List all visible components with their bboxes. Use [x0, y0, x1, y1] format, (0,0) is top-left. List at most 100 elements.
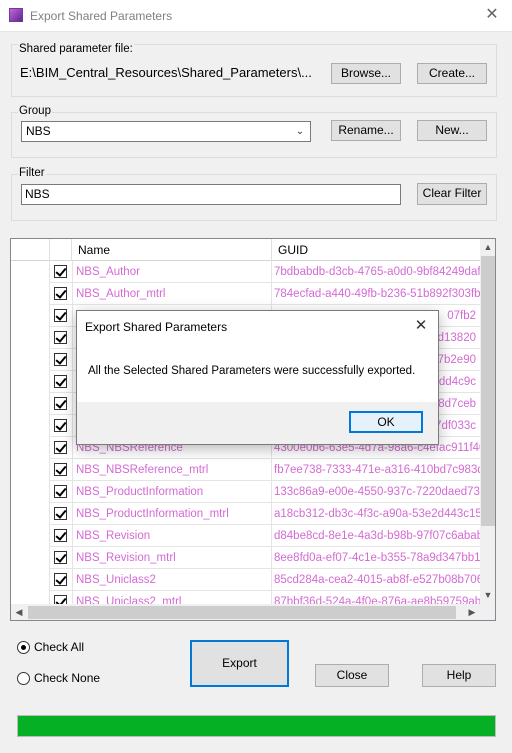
guid-column-header[interactable]: GUID [272, 239, 480, 261]
row-checkbox[interactable] [54, 331, 67, 344]
param-name-cell[interactable]: NBS_Revision [72, 525, 272, 547]
row-checkbox[interactable] [54, 551, 67, 564]
param-name-cell[interactable]: NBS_ProductInformation_mtrl [72, 503, 272, 525]
group-label: Group [18, 105, 52, 117]
row-checkbox[interactable] [54, 419, 67, 432]
row-header[interactable] [11, 283, 50, 305]
param-guid-cell[interactable]: 133c86a9-e00e-4550-937c-7220daed735b [272, 481, 480, 503]
row-checkbox[interactable] [54, 463, 67, 476]
browse-button[interactable]: Browse... [331, 63, 401, 84]
table-row[interactable]: NBS_NBSReference_mtrl fb7ee738-7333-471e-… [11, 459, 480, 481]
check-none-radio[interactable] [17, 672, 30, 685]
close-button[interactable]: Close [315, 664, 389, 687]
row-header[interactable] [11, 547, 50, 569]
table-row[interactable]: NBS_Author_mtrl 784ecfad-a440-49fb-b236-5… [11, 283, 480, 305]
grid-header: Name GUID [11, 239, 480, 261]
shared-file-path: E:\BIM_Central_Resources\Shared_Paramete… [20, 65, 312, 80]
row-checkbox[interactable] [54, 265, 67, 278]
row-header[interactable] [11, 459, 50, 481]
chevron-down-icon[interactable]: ⌄ [293, 123, 307, 140]
clear-filter-button[interactable]: Clear Filter [417, 183, 487, 205]
table-row[interactable]: NBS_Author 7bdbabdb-d3cb-4765-a0d0-9bf842… [11, 261, 480, 283]
row-checkbox[interactable] [54, 353, 67, 366]
row-checkbox[interactable] [54, 309, 67, 322]
ok-button[interactable]: OK [349, 411, 423, 433]
dialog-close-icon[interactable]: ✕ [412, 316, 430, 334]
scroll-down-icon[interactable]: ▼ [480, 587, 495, 604]
row-header[interactable] [11, 261, 50, 283]
scrollbar-corner [480, 604, 495, 620]
dialog-title: Export Shared Parameters [85, 320, 228, 334]
row-header[interactable] [11, 481, 50, 503]
group-select[interactable]: NBS ⌄ [21, 121, 311, 142]
app-icon [9, 8, 23, 22]
check-all-label[interactable]: Check All [34, 640, 84, 654]
row-header[interactable] [11, 569, 50, 591]
row-checkbox[interactable] [54, 485, 67, 498]
window-close-icon[interactable]: ✕ [482, 5, 502, 25]
row-header[interactable] [11, 305, 50, 327]
title-bar: Export Shared Parameters ✕ [0, 0, 512, 32]
progress-fill [18, 716, 495, 736]
row-checkbox[interactable] [54, 441, 67, 454]
table-row[interactable]: NBS_ProductInformation 133c86a9-e00e-4550… [11, 481, 480, 503]
row-header[interactable] [11, 349, 50, 371]
vertical-scroll-thumb[interactable] [481, 256, 495, 526]
dialog-message: All the Selected Shared Parameters were … [88, 365, 416, 377]
scroll-right-icon[interactable]: ▶ [464, 604, 480, 620]
row-checkbox[interactable] [54, 507, 67, 520]
vertical-scrollbar[interactable]: ▲ ▼ [480, 239, 495, 604]
export-button[interactable]: Export [190, 640, 289, 687]
row-checkbox[interactable] [54, 287, 67, 300]
scroll-up-icon[interactable]: ▲ [480, 239, 495, 256]
check-all-radio[interactable] [17, 641, 30, 654]
row-header[interactable] [11, 371, 50, 393]
row-header[interactable] [11, 415, 50, 437]
param-guid-cell[interactable]: 85cd284a-cea2-4015-ab8f-e527b08b706a [272, 569, 480, 591]
param-guid-cell[interactable]: fb7ee738-7333-471e-a316-410bd7c983d1 [272, 459, 480, 481]
param-guid-cell[interactable]: 8ee8fd0a-ef07-4c1e-b355-78a9d347bb1d [272, 547, 480, 569]
filter-label: Filter [18, 167, 46, 179]
help-button[interactable]: Help [422, 664, 496, 687]
row-header[interactable] [11, 393, 50, 415]
table-row[interactable]: NBS_Revision d84be8cd-8e1e-4a3d-b98b-97f0… [11, 525, 480, 547]
row-header[interactable] [11, 503, 50, 525]
row-checkbox[interactable] [54, 573, 67, 586]
param-guid-cell[interactable]: 7bdbabdb-d3cb-4765-a0d0-9bf84249daf0 [272, 261, 480, 283]
row-checkbox[interactable] [54, 397, 67, 410]
param-guid-cell[interactable]: d84be8cd-8e1e-4a3d-b98b-97f07c6ababb [272, 525, 480, 547]
param-guid-cell[interactable]: 784ecfad-a440-49fb-b236-51b892f303fb [272, 283, 480, 305]
table-row[interactable]: NBS_ProductInformation_mtrl a18cb312-db3c… [11, 503, 480, 525]
checkbox-column-header [50, 239, 72, 261]
group-selected-value: NBS [26, 124, 51, 138]
scroll-left-icon[interactable]: ◀ [11, 604, 27, 620]
name-column-header[interactable]: Name [72, 239, 272, 261]
create-button[interactable]: Create... [417, 63, 487, 84]
row-header[interactable] [11, 327, 50, 349]
window-title: Export Shared Parameters [30, 9, 173, 23]
row-header-corner [11, 239, 50, 261]
filter-input[interactable]: NBS [21, 184, 401, 205]
table-row[interactable]: NBS_Uniclass2 85cd284a-cea2-4015-ab8f-e52… [11, 569, 480, 591]
shared-file-label: Shared parameter file: [18, 43, 134, 55]
row-header[interactable] [11, 525, 50, 547]
table-row[interactable]: NBS_Revision_mtrl 8ee8fd0a-ef07-4c1e-b355… [11, 547, 480, 569]
dialog-footer: OK [77, 402, 438, 444]
export-progress-bar [17, 715, 496, 737]
param-name-cell[interactable]: NBS_Uniclass2 [72, 569, 272, 591]
param-name-cell[interactable]: NBS_NBSReference_mtrl [72, 459, 272, 481]
param-name-cell[interactable]: NBS_Author [72, 261, 272, 283]
row-checkbox[interactable] [54, 529, 67, 542]
new-button[interactable]: New... [417, 120, 487, 141]
row-header[interactable] [11, 437, 50, 459]
param-name-cell[interactable]: NBS_ProductInformation [72, 481, 272, 503]
export-success-dialog: Export Shared Parameters ✕ All the Selec… [76, 310, 439, 445]
param-name-cell[interactable]: NBS_Revision_mtrl [72, 547, 272, 569]
horizontal-scrollbar[interactable]: ◀ ▶ [11, 604, 480, 620]
check-none-label[interactable]: Check None [34, 671, 100, 685]
rename-button[interactable]: Rename... [331, 120, 401, 141]
row-checkbox[interactable] [54, 375, 67, 388]
horizontal-scroll-thumb[interactable] [28, 606, 456, 619]
param-name-cell[interactable]: NBS_Author_mtrl [72, 283, 272, 305]
param-guid-cell[interactable]: a18cb312-db3c-4f3c-a90a-53e2d443c15b [272, 503, 480, 525]
